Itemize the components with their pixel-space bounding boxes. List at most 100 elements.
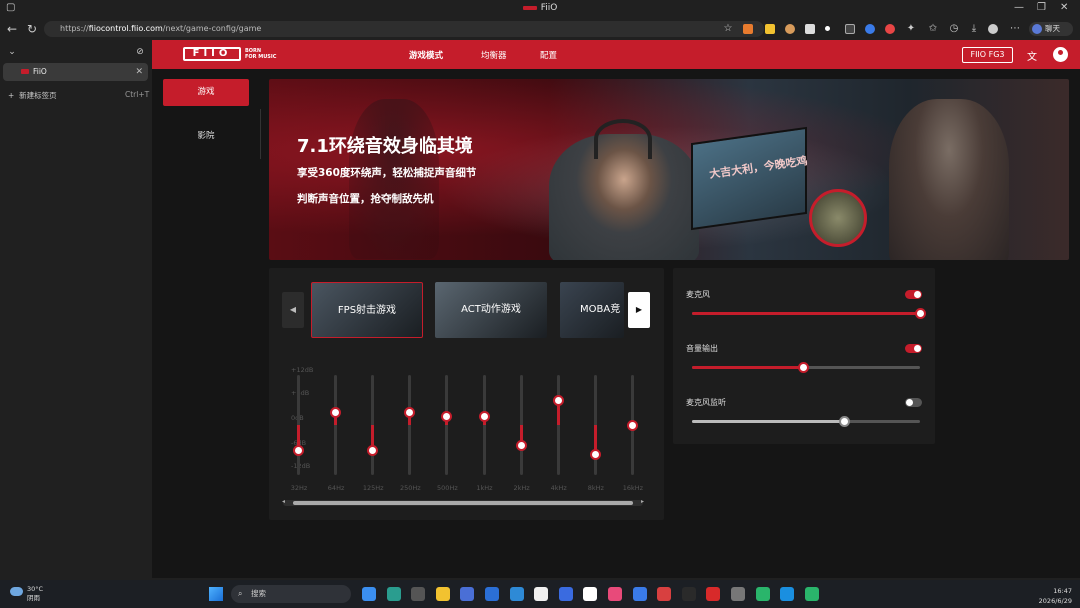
app-icon[interactable] xyxy=(632,587,647,601)
extension-icon[interactable] xyxy=(785,24,795,34)
close-tab-icon[interactable]: ✕ xyxy=(135,63,143,81)
level-slider[interactable] xyxy=(692,362,920,373)
app-icon[interactable] xyxy=(460,587,475,601)
eq-band-slider[interactable] xyxy=(475,375,495,475)
system-clock[interactable]: 16:47 2026/6/29 xyxy=(1030,586,1072,606)
slider-knob[interactable] xyxy=(293,444,304,456)
edge-dev-icon[interactable] xyxy=(534,587,549,601)
preset-fps[interactable]: FPS射击游戏 xyxy=(311,282,423,338)
slider-knob[interactable] xyxy=(626,419,638,431)
chat-profile-button[interactable]: 聊天 xyxy=(1029,22,1073,36)
windows-start-icon[interactable] xyxy=(209,587,223,601)
history-icon[interactable]: ◷ xyxy=(946,21,962,37)
todo-icon[interactable] xyxy=(485,587,499,601)
netease-music-icon[interactable] xyxy=(731,587,745,601)
new-tab-button[interactable]: + 新建标签页 Ctrl+T xyxy=(8,90,149,101)
eq-band-slider[interactable] xyxy=(400,375,420,475)
slider-knob[interactable] xyxy=(839,416,851,427)
typora-icon[interactable] xyxy=(608,587,622,601)
chrome-icon[interactable] xyxy=(558,587,573,601)
slider-knob[interactable] xyxy=(515,440,527,452)
unpin-icon[interactable]: ⊘ xyxy=(132,44,148,60)
app-icon[interactable] xyxy=(583,587,598,601)
slider-knob[interactable] xyxy=(478,411,490,423)
chevron-down-icon[interactable]: ⌄ xyxy=(4,44,20,60)
mode-cinema[interactable]: 影院 xyxy=(163,123,249,150)
mode-game[interactable]: 游戏 xyxy=(163,79,249,106)
scroll-left-icon[interactable]: ◂ xyxy=(282,498,285,505)
toggle-dot xyxy=(906,399,913,406)
slider-knob[interactable] xyxy=(589,448,601,460)
slider-knob[interactable] xyxy=(367,444,379,456)
app-icon[interactable] xyxy=(411,587,426,601)
level-slider[interactable] xyxy=(692,308,926,319)
extension-icon[interactable] xyxy=(765,24,775,34)
preset-moba[interactable]: MOBA竞 xyxy=(560,282,624,338)
extension-icon[interactable] xyxy=(865,24,875,34)
fiio-logo[interactable]: FIIO xyxy=(183,47,241,61)
extension-icon[interactable] xyxy=(885,24,895,34)
extension-icon[interactable] xyxy=(845,24,855,34)
scrollbar-thumb[interactable] xyxy=(293,501,633,505)
more-menu-icon[interactable]: ⋯ xyxy=(1007,21,1023,37)
control-toggle[interactable] xyxy=(905,290,922,299)
eq-band-slider[interactable] xyxy=(623,375,643,475)
eq-band-slider[interactable] xyxy=(549,375,569,475)
leetcode-icon[interactable] xyxy=(706,587,721,601)
extension-icon[interactable] xyxy=(825,26,830,31)
weather-widget[interactable]: 30°C 阴雨 xyxy=(10,585,43,603)
slider-knob[interactable] xyxy=(798,362,810,373)
app-icon[interactable] xyxy=(681,587,696,601)
eq-band-slider[interactable] xyxy=(326,375,346,475)
eq-horizontal-scrollbar[interactable]: ◂ ▸ xyxy=(282,498,644,506)
eq-band-slider[interactable] xyxy=(363,375,383,475)
minimize-icon[interactable]: — xyxy=(1014,2,1024,13)
app-icon[interactable] xyxy=(780,587,795,601)
edge-beta-icon[interactable] xyxy=(386,587,401,601)
app-icon[interactable] xyxy=(657,587,672,601)
preset-act[interactable]: ACT动作游戏 xyxy=(435,282,547,338)
tab-fiio[interactable]: FiiO ✕ xyxy=(3,63,148,81)
slider-track xyxy=(445,375,449,475)
slider-knob[interactable] xyxy=(914,308,926,319)
eq-band-slider[interactable] xyxy=(512,375,532,475)
extensions-puzzle-icon[interactable]: ✦ xyxy=(903,21,919,37)
file-explorer-icon[interactable] xyxy=(435,587,450,601)
back-icon[interactable]: ← xyxy=(4,21,20,37)
language-icon[interactable]: 文 xyxy=(1027,48,1037,63)
extension-icon[interactable] xyxy=(743,24,753,34)
restore-icon[interactable]: ❐ xyxy=(1037,2,1046,13)
extension-icon[interactable] xyxy=(805,24,815,34)
user-icon[interactable] xyxy=(1053,47,1068,62)
level-slider[interactable] xyxy=(692,416,920,427)
favorites-icon[interactable]: ✩ xyxy=(925,21,941,37)
edge-icon[interactable] xyxy=(362,587,376,601)
preset-next-button[interactable]: ▶ xyxy=(628,292,650,328)
taskbar-search[interactable]: ⌕ 搜索 xyxy=(231,585,351,603)
eq-band-slider[interactable] xyxy=(586,375,606,475)
downloads-icon[interactable]: ⤓ xyxy=(966,21,982,37)
favorite-star-icon[interactable]: ☆ xyxy=(720,21,736,37)
control-toggle[interactable] xyxy=(905,344,922,353)
control-toggle[interactable] xyxy=(905,398,922,407)
eq-band-slider[interactable] xyxy=(437,375,457,475)
avatar[interactable] xyxy=(988,24,998,34)
eq-band-slider[interactable] xyxy=(289,375,309,475)
mail-icon[interactable] xyxy=(509,587,524,601)
scroll-right-icon[interactable]: ▸ xyxy=(641,498,644,505)
nav-game-mode[interactable]: 游戏模式 xyxy=(409,49,443,61)
nav-config[interactable]: 配置 xyxy=(540,49,557,61)
device-selector[interactable]: FIIO FG3 xyxy=(962,47,1013,63)
weather-temperature: 30°C xyxy=(27,585,44,593)
preset-prev-button[interactable]: ◀ xyxy=(282,292,304,328)
slider-knob[interactable] xyxy=(441,411,453,423)
nav-equalizer[interactable]: 均衡器 xyxy=(481,49,507,61)
close-window-icon[interactable]: ✕ xyxy=(1060,2,1068,13)
wechat-icon[interactable] xyxy=(804,587,819,601)
slider-knob[interactable] xyxy=(404,407,416,418)
settings-icon[interactable] xyxy=(755,587,770,601)
address-bar[interactable]: https://fiiocontrol.fiio.com/next/game-c… xyxy=(44,21,764,37)
refresh-icon[interactable]: ↻ xyxy=(24,21,40,37)
slider-knob[interactable] xyxy=(552,394,564,406)
slider-knob[interactable] xyxy=(330,407,342,418)
